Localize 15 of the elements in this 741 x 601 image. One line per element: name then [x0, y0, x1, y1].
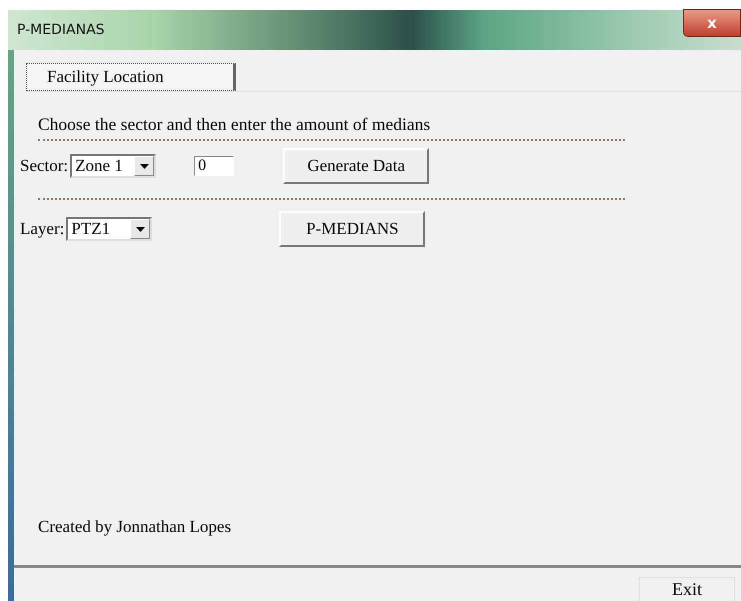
caret-icon [136, 226, 145, 232]
exit-button[interactable]: Exit [639, 577, 735, 601]
field-label: Layer: [20, 219, 64, 239]
field-label: Sector: [20, 156, 68, 176]
generate-data-button[interactable]: Generate Data [283, 148, 430, 184]
medians-input-field[interactable]: 0 [194, 156, 234, 176]
close-button[interactable]: x [683, 9, 741, 37]
caret-icon [140, 164, 149, 168]
credit-text: Created by Jonnathan Lopes [38, 517, 232, 537]
p-medians-button[interactable]: P-MEDIANS [279, 211, 426, 247]
layer-dropdown[interactable]: PTZ1 [66, 217, 152, 241]
tab[interactable]: Facility Location [26, 63, 236, 91]
instruction-text: Choose the sector and then enter the amount of medians [38, 114, 432, 136]
sector-dropdown[interactable]: Zone 1 [70, 154, 156, 178]
window-title: P-MEDIANAS [17, 22, 105, 38]
